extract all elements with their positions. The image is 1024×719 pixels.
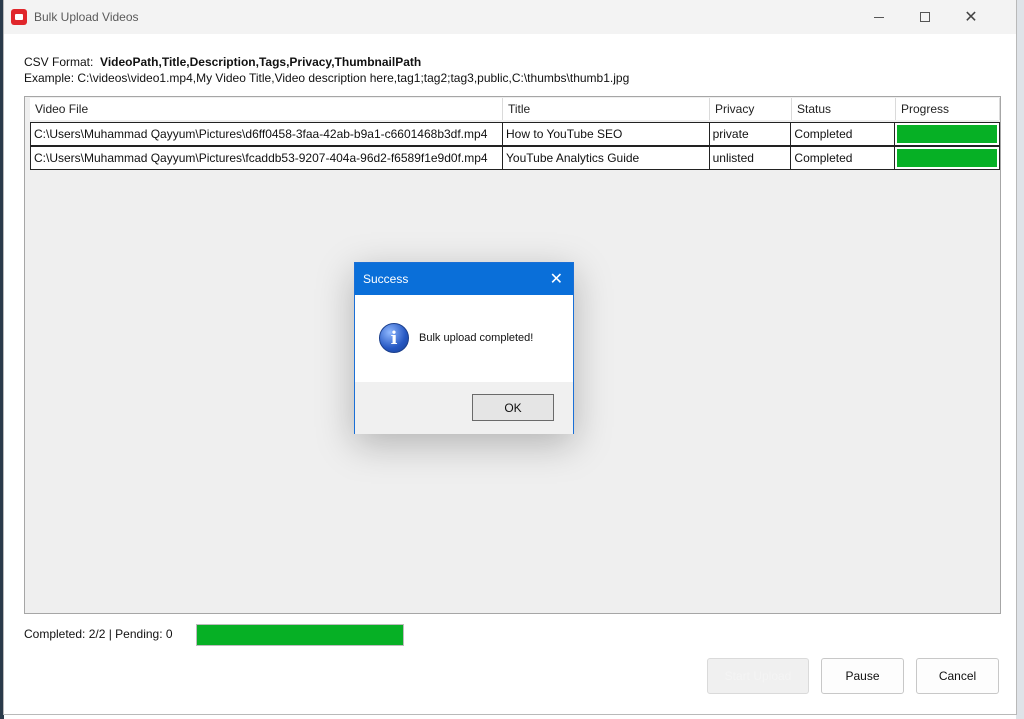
column-header-title[interactable]: Title xyxy=(503,98,710,120)
window-title: Bulk Upload Videos xyxy=(34,10,139,24)
dialog-title-bar[interactable]: Success ✕ xyxy=(355,263,573,295)
info-icon: i xyxy=(379,323,409,353)
cell-progress[interactable] xyxy=(895,123,999,145)
maximize-button[interactable] xyxy=(902,0,948,34)
dialog-message: Bulk upload completed! xyxy=(419,332,534,344)
cell-title[interactable]: How to YouTube SEO xyxy=(503,123,710,145)
cell-progress[interactable] xyxy=(895,147,999,169)
table-row[interactable]: C:\Users\Muhammad Qayyum\Pictures\d6ff04… xyxy=(30,122,1000,146)
minimize-icon xyxy=(874,16,884,18)
upload-status-text: Completed: 2/2 | Pending: 0 xyxy=(24,627,173,641)
cancel-button[interactable]: Cancel xyxy=(916,658,999,694)
close-button[interactable]: ✕ xyxy=(948,0,994,34)
column-header-status[interactable]: Status xyxy=(792,98,896,120)
dialog-close-icon[interactable]: ✕ xyxy=(550,269,563,289)
app-icon xyxy=(11,9,27,25)
row-progress-fill xyxy=(897,149,998,167)
csv-format-value: VideoPath,Title,Description,Tags,Privacy… xyxy=(100,55,422,69)
title-bar[interactable]: Bulk Upload Videos ✕ xyxy=(4,0,1016,34)
table-row[interactable]: C:\Users\Muhammad Qayyum\Pictures\fcaddb… xyxy=(30,146,1000,170)
cell-privacy[interactable]: unlisted xyxy=(710,147,792,169)
start-upload-button[interactable]: Start Upload xyxy=(707,658,809,694)
dialog-body: i Bulk upload completed! xyxy=(355,295,573,382)
csv-format-label: CSV Format: xyxy=(24,55,94,69)
cell-privacy[interactable]: private xyxy=(710,123,792,145)
success-dialog: Success ✕ i Bulk upload completed! OK xyxy=(354,262,574,434)
cell-video-file[interactable]: C:\Users\Muhammad Qayyum\Pictures\d6ff04… xyxy=(31,123,504,145)
cell-video-file[interactable]: C:\Users\Muhammad Qayyum\Pictures\fcaddb… xyxy=(31,147,504,169)
overall-progress-fill xyxy=(197,625,403,645)
desktop-edge-right xyxy=(1016,0,1024,719)
dialog-footer: OK xyxy=(355,382,573,434)
csv-example: Example: C:\videos\video1.mp4,My Video T… xyxy=(24,71,630,85)
cell-title[interactable]: YouTube Analytics Guide xyxy=(503,147,710,169)
cell-status[interactable]: Completed xyxy=(791,123,896,145)
overall-progress-bar xyxy=(196,624,404,646)
minimize-button[interactable] xyxy=(856,0,902,34)
cell-status[interactable]: Completed xyxy=(791,147,896,169)
maximize-icon xyxy=(920,12,930,22)
grid-header: Video File Title Privacy Status Progress xyxy=(30,98,1000,120)
pause-button[interactable]: Pause xyxy=(821,658,904,694)
close-icon: ✕ xyxy=(964,9,978,26)
column-header-video-file[interactable]: Video File xyxy=(30,98,503,120)
column-header-progress[interactable]: Progress xyxy=(896,98,1000,120)
ok-button[interactable]: OK xyxy=(472,394,554,421)
column-header-privacy[interactable]: Privacy xyxy=(710,98,792,120)
csv-format-line: CSV Format: VideoPath,Title,Description,… xyxy=(24,55,421,69)
dialog-title: Success xyxy=(363,272,409,286)
row-progress-fill xyxy=(897,125,998,143)
